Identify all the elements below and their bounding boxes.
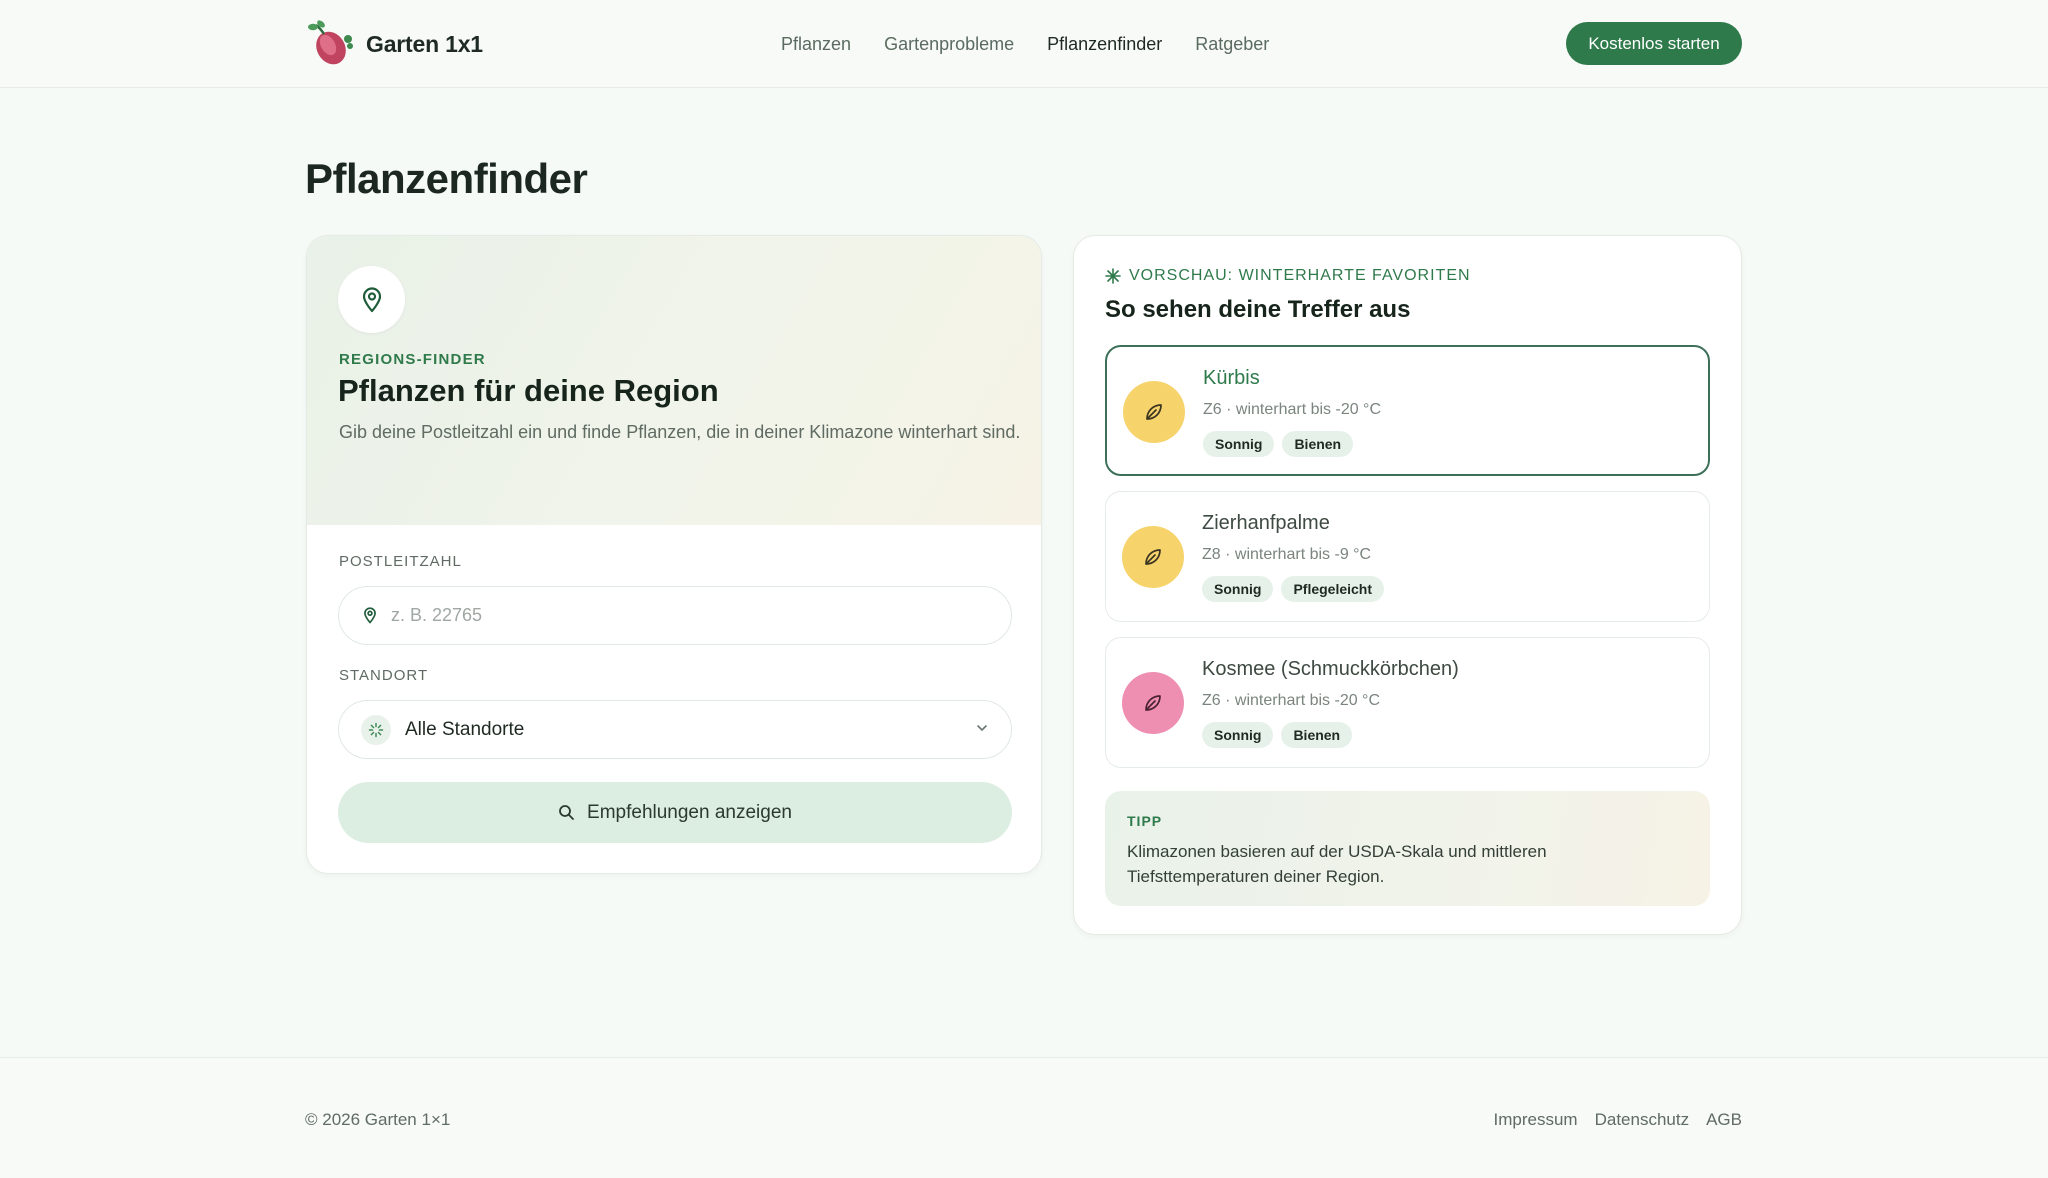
nav-link-pflanzenfinder[interactable]: Pflanzenfinder: [1047, 34, 1162, 55]
plant-name: Kürbis: [1203, 367, 1260, 389]
page-title: Pflanzenfinder: [305, 155, 588, 202]
tip-box: TIPP Klimazonen basieren auf der USDA-Sk…: [1105, 791, 1710, 906]
footer-link-impressum[interactable]: Impressum: [1494, 1110, 1578, 1130]
plant-tag: Sonnig: [1202, 722, 1274, 748]
preview-card: VORSCHAU: WINTERHARTE FAVORITEN So sehen…: [1073, 235, 1742, 935]
plant-tags: Sonnig Pflegeleicht: [1202, 576, 1392, 602]
chevron-down-icon: [975, 721, 989, 740]
location-pin-icon: [338, 266, 405, 333]
start-free-button[interactable]: Kostenlos starten: [1566, 22, 1742, 65]
finder-description: Gib deine Postleitzahl ein und finde Pfl…: [339, 422, 1021, 442]
show-recommendations-label: Empfehlungen anzeigen: [587, 801, 792, 823]
preview-eyebrow: VORSCHAU: WINTERHARTE FAVORITEN: [1105, 267, 1471, 285]
nav-link-pflanzen[interactable]: Pflanzen: [781, 34, 851, 55]
plant-tag: Bienen: [1281, 722, 1353, 748]
plant-name: Kosmee (Schmuckkörbchen): [1202, 658, 1459, 680]
main-nav: Pflanzen Gartenprobleme Pflanzenfinder R…: [781, 0, 1302, 88]
plant-name: Zierhanfpalme: [1202, 512, 1330, 534]
plant-card-zierhanfpalme[interactable]: Zierhanfpalme Z8 · winterhart bis -9 °C …: [1105, 491, 1710, 622]
garden-logo-icon: [304, 18, 356, 70]
sun-icon: [361, 714, 391, 745]
tip-text: Klimazonen basieren auf der USDA-Skala u…: [1127, 842, 1547, 886]
search-icon: [558, 804, 575, 821]
preview-title: So sehen deine Treffer aus: [1105, 296, 1411, 323]
leaf-icon: [1122, 526, 1184, 588]
show-recommendations-button[interactable]: Empfehlungen anzeigen: [338, 782, 1012, 843]
leaf-icon: [1123, 381, 1185, 443]
location-select[interactable]: Alle Standorte: [338, 700, 1012, 759]
plant-tag: Pflegeleicht: [1281, 576, 1385, 602]
copyright: © 2026 Garten 1×1: [305, 1110, 451, 1129]
location-pin-icon: [363, 607, 377, 624]
plant-tags: Sonnig Bienen: [1202, 722, 1360, 748]
plant-card-kosmee[interactable]: Kosmee (Schmuckkörbchen) Z6 · winterhart…: [1105, 637, 1710, 768]
footer-links: Impressum Datenschutz AGB: [1477, 1110, 1742, 1130]
plant-tags: Sonnig Bienen: [1203, 431, 1361, 457]
plant-meta: Z6 · winterhart bis -20 °C: [1203, 401, 1382, 418]
preview-eyebrow-text: VORSCHAU: WINTERHARTE FAVORITEN: [1129, 267, 1471, 284]
finder-eyebrow: REGIONS-FINDER: [339, 351, 486, 368]
location-select-value: Alle Standorte: [405, 718, 525, 740]
brand-name: Garten 1x1: [366, 30, 483, 57]
sparkle-icon: [1105, 268, 1121, 284]
brand-logo-link[interactable]: Garten 1x1: [304, 18, 483, 70]
region-finder-card: REGIONS-FINDER Pflanzen für deine Region…: [306, 235, 1042, 874]
plant-meta: Z6 · winterhart bis -20 °C: [1202, 692, 1381, 709]
zip-input[interactable]: [391, 605, 951, 626]
tip-label: TIPP: [1127, 813, 1163, 829]
footer: © 2026 Garten 1×1 Impressum Datenschutz …: [0, 1057, 2048, 1178]
leaf-icon: [1122, 672, 1184, 734]
nav-link-ratgeber[interactable]: Ratgeber: [1195, 34, 1269, 55]
location-label: STANDORT: [339, 667, 429, 684]
plant-meta: Z8 · winterhart bis -9 °C: [1202, 546, 1372, 563]
footer-link-datenschutz[interactable]: Datenschutz: [1595, 1110, 1690, 1130]
finder-hero: REGIONS-FINDER Pflanzen für deine Region…: [307, 236, 1041, 525]
zip-field[interactable]: [338, 586, 1012, 645]
footer-link-agb[interactable]: AGB: [1706, 1110, 1742, 1130]
plant-card-kuerbis[interactable]: Kürbis Z6 · winterhart bis -20 °C Sonnig…: [1105, 345, 1710, 476]
nav-link-gartenprobleme[interactable]: Gartenprobleme: [884, 34, 1014, 55]
plant-tag: Sonnig: [1202, 576, 1274, 602]
plant-tag: Sonnig: [1203, 431, 1275, 457]
finder-title: Pflanzen für deine Region: [338, 373, 719, 408]
zip-label: POSTLEITZAHL: [339, 553, 462, 570]
top-navigation: Garten 1x1 Pflanzen Gartenprobleme Pflan…: [0, 0, 2048, 88]
plant-tag: Bienen: [1282, 431, 1354, 457]
